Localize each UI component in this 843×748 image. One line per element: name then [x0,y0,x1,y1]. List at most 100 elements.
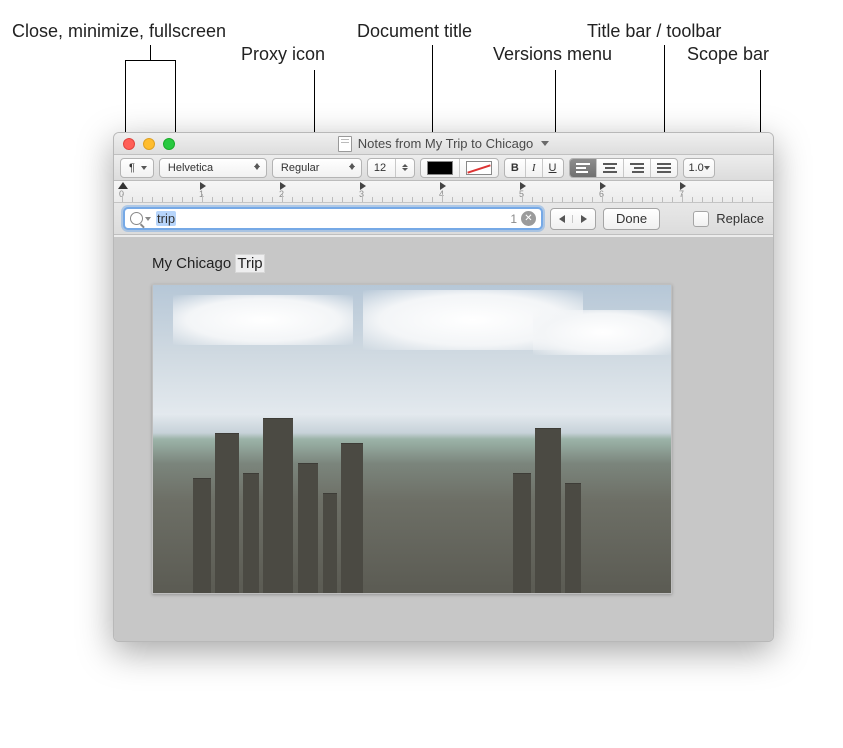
ruler-tick [612,197,613,202]
ruler-tick [272,197,273,202]
ruler-tick [582,197,583,202]
ruler-tick [392,197,393,202]
proxy-icon[interactable] [338,136,352,152]
ruler-tab-stop[interactable] [680,182,686,190]
alignment-segment [569,158,678,178]
ruler-tick [432,197,433,202]
title-bar: Notes from My Trip to Chicago [114,133,773,155]
ruler-tick [242,197,243,202]
replace-label: Replace [716,211,764,226]
ruler-tick [472,197,473,202]
clear-search-icon[interactable]: ✕ [521,211,536,226]
font-family-select[interactable]: Helvetica [159,158,267,178]
annotation-versions-menu: Versions menu [493,44,612,65]
image-building [565,483,581,593]
find-field-wrap: trip 1 ✕ [123,207,543,230]
text-color-control[interactable] [420,158,499,178]
ruler-tick [232,197,233,202]
ruler-tick [122,194,123,202]
minimize-button[interactable] [143,138,155,150]
image-sky-detail [533,310,672,355]
ruler-tick [752,197,753,202]
font-style-value: Regular [281,162,320,174]
image-building [535,428,561,593]
ruler-tick [592,197,593,202]
align-right-button[interactable] [624,159,651,177]
chevron-left-icon [559,215,565,223]
underline-button[interactable]: U [543,159,563,177]
font-style-select[interactable]: Regular [272,158,362,178]
done-button[interactable]: Done [603,208,660,230]
annotation-titlebar: Title bar / toolbar [587,21,721,42]
ruler-tick [292,197,293,202]
ruler-tick [662,197,663,202]
fullscreen-button[interactable] [163,138,175,150]
ruler-tick [672,197,673,202]
ruler-tick [372,197,373,202]
find-prev-button[interactable] [551,215,573,223]
find-input[interactable] [176,211,506,226]
search-options-icon[interactable] [145,217,151,221]
replace-checkbox[interactable] [693,211,709,227]
close-button[interactable] [123,138,135,150]
find-next-button[interactable] [573,215,595,223]
format-toolbar: ¶ Helvetica Regular 12 B I U [114,155,773,181]
ruler-tick [502,197,503,202]
ruler-tab-stop[interactable] [280,182,286,190]
ruler-tick [602,194,603,202]
ruler-tab-stop[interactable] [200,182,206,190]
ruler-tick [252,197,253,202]
ruler-tick [572,197,573,202]
document-text-line: My Chicago Trip [152,255,735,272]
ruler-tick [632,197,633,202]
ruler-tab-stop[interactable] [440,182,446,190]
done-label: Done [616,211,647,226]
ruler[interactable]: 01234567 [114,181,773,203]
ruler-tick [452,197,453,202]
annotation-document-title: Document title [357,21,472,42]
ruler-tab-stop[interactable] [600,182,606,190]
ruler-tick [522,194,523,202]
ruler-tick [332,197,333,202]
ruler-tick [262,197,263,202]
ruler-tick [362,194,363,202]
ruler-tick [692,197,693,202]
italic-button[interactable]: I [526,159,543,177]
align-center-button[interactable] [597,159,624,177]
bold-button[interactable]: B [505,159,526,177]
image-building [243,473,259,593]
ruler-tick [712,197,713,202]
image-building [193,478,211,593]
image-building [513,473,531,593]
ruler-tick [132,197,133,202]
align-left-button[interactable] [570,159,597,177]
ann-line [150,45,151,61]
text-prefix: My Chicago [152,255,235,272]
ruler-tick [532,197,533,202]
ruler-tick [192,197,193,202]
ruler-tick [402,197,403,202]
ruler-tick [282,194,283,202]
line-spacing-field[interactable]: 1.0 [683,158,715,178]
ruler-tab-stop[interactable] [520,182,526,190]
image-building [323,493,337,593]
font-size-stepper[interactable] [396,159,414,177]
paragraph-style-select[interactable]: ¶ [120,158,154,178]
document-area[interactable]: My Chicago Trip [114,237,773,641]
text-style-segment: B I U [504,158,564,178]
align-justify-button[interactable] [651,159,677,177]
first-line-indent-marker[interactable] [118,182,128,189]
ruler-tick [702,197,703,202]
ruler-tick [642,197,643,202]
traffic-lights [123,138,175,150]
ruler-tick [312,197,313,202]
ruler-tick [462,197,463,202]
font-size-control[interactable]: 12 [367,158,415,178]
scope-bar: trip 1 ✕ Done Replace [114,203,773,235]
embedded-image[interactable] [152,284,672,594]
image-building [215,433,239,593]
ruler-tick [552,197,553,202]
versions-menu-button[interactable] [541,141,549,146]
ruler-tab-stop[interactable] [360,182,366,190]
ruler-tick [732,197,733,202]
